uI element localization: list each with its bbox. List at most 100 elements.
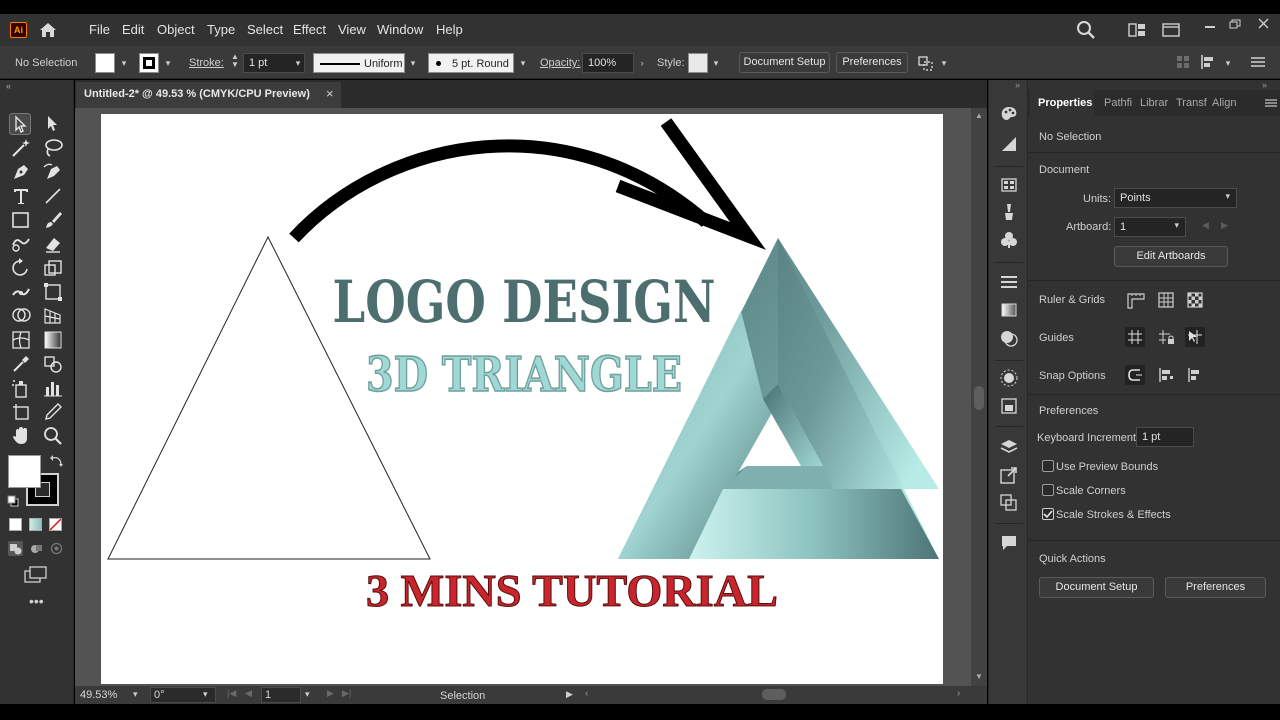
- blend-tool-icon[interactable]: [42, 353, 64, 375]
- lasso-tool-icon[interactable]: [42, 137, 64, 159]
- edit-toolbar-icon[interactable]: •••: [29, 594, 45, 608]
- stroke-label[interactable]: Stroke:: [189, 57, 224, 69]
- arrange-dropdown-icon[interactable]: ▾: [938, 57, 950, 69]
- restore-icon[interactable]: [1229, 19, 1241, 29]
- edit-artboards-button[interactable]: Edit Artboards: [1114, 246, 1228, 267]
- line-tool-icon[interactable]: [42, 185, 64, 207]
- brushes-icon[interactable]: [999, 202, 1019, 222]
- stroke-stepper-icon[interactable]: ▲ ▼: [230, 53, 240, 71]
- align-icon[interactable]: [1200, 54, 1218, 70]
- rotation-field[interactable]: 0° ▾: [150, 687, 216, 703]
- menu-help[interactable]: Help: [436, 22, 463, 37]
- expand-panels-icon[interactable]: »: [1015, 80, 1027, 90]
- artboard-dropdown-icon[interactable]: ▾: [305, 689, 310, 700]
- next-artboard-icon[interactable]: ▶: [327, 688, 337, 700]
- menu-edit[interactable]: Edit: [122, 22, 144, 37]
- document-tab[interactable]: Untitled-2* @ 49.53 % (CMYK/CPU Preview)…: [76, 82, 341, 108]
- scroll-right-arrow[interactable]: ›: [957, 688, 960, 699]
- menu-view[interactable]: View: [338, 22, 366, 37]
- tab-pathfinder[interactable]: Pathfi: [1104, 97, 1132, 109]
- profile-dropdown-icon[interactable]: ▾: [407, 57, 419, 69]
- opacity-field[interactable]: 100%: [582, 53, 634, 73]
- grid-align-icon[interactable]: [1176, 55, 1190, 69]
- snap-to-point-icon[interactable]: [1125, 365, 1145, 385]
- transparency-panel-icon[interactable]: [999, 328, 1019, 348]
- opacity-label[interactable]: Opacity:: [540, 57, 580, 69]
- type-tool-icon[interactable]: [10, 185, 32, 207]
- brush-dropdown-icon[interactable]: ▾: [517, 57, 529, 69]
- horizontal-scroll-thumb[interactable]: [762, 689, 786, 700]
- units-dropdown-icon[interactable]: ▾: [1225, 191, 1230, 202]
- artboard-number-field[interactable]: 1: [261, 687, 301, 703]
- shape-builder-tool-icon[interactable]: [10, 305, 32, 327]
- artboards-panel-icon[interactable]: [999, 493, 1019, 513]
- arrange-icon[interactable]: [917, 54, 935, 72]
- artboard-dropdown-icon[interactable]: ▾: [1174, 220, 1179, 231]
- units-select[interactable]: Points ▾: [1114, 188, 1237, 208]
- menu-object[interactable]: Object: [157, 22, 195, 37]
- color-panel-icon[interactable]: [999, 104, 1019, 124]
- artboard-next-icon[interactable]: ▶: [1221, 220, 1228, 231]
- menu-effect[interactable]: Effect: [293, 22, 326, 37]
- symbols-icon[interactable]: [999, 230, 1019, 250]
- ruler-icon[interactable]: [1126, 290, 1146, 310]
- color-guide-icon[interactable]: [999, 134, 1019, 154]
- hand-tool-icon[interactable]: [10, 425, 32, 447]
- brush-definition[interactable]: 5 pt. Round: [428, 53, 514, 73]
- rectangle-tool-icon[interactable]: [10, 209, 32, 231]
- stroke-dropdown-icon[interactable]: ▾: [162, 57, 174, 69]
- align-dropdown-icon[interactable]: ▾: [1222, 57, 1234, 69]
- variable-width-profile[interactable]: Uniform: [313, 53, 405, 73]
- draw-normal-icon[interactable]: [8, 541, 23, 556]
- close-tab-icon[interactable]: ×: [326, 86, 334, 101]
- document-setup-button[interactable]: Document Setup: [739, 52, 830, 73]
- swap-fill-stroke-icon[interactable]: [50, 454, 64, 468]
- perspective-grid-tool-icon[interactable]: [42, 305, 64, 327]
- scroll-down-arrow[interactable]: ▼: [974, 672, 984, 682]
- close-window-icon[interactable]: [1258, 18, 1269, 29]
- vertical-scrollbar[interactable]: ▲ ▼: [971, 108, 987, 686]
- eraser-tool-icon[interactable]: [42, 233, 64, 255]
- zoom-tool-icon[interactable]: [42, 425, 64, 447]
- 3d-triangle-subtitle[interactable]: 3D TRIANGLE: [365, 346, 683, 404]
- rotation-dropdown-icon[interactable]: ▾: [203, 689, 208, 700]
- zoom-dropdown-icon[interactable]: ▾: [133, 689, 138, 700]
- search-icon[interactable]: [1076, 20, 1096, 40]
- quick-action-document-setup-button[interactable]: Document Setup: [1039, 577, 1154, 598]
- direct-selection-tool-icon[interactable]: [42, 113, 64, 135]
- menu-window[interactable]: Window: [377, 22, 423, 37]
- last-artboard-icon[interactable]: ▶|: [342, 688, 354, 700]
- fill-color-box[interactable]: [8, 455, 41, 488]
- color-mode-icon[interactable]: [9, 518, 22, 531]
- snap-to-pixel-icon[interactable]: [1156, 365, 1176, 385]
- graphic-styles-icon[interactable]: [999, 396, 1019, 416]
- zoom-level[interactable]: 49.53%: [80, 689, 117, 701]
- home-icon[interactable]: [38, 20, 58, 40]
- free-transform-tool-icon[interactable]: [42, 281, 64, 303]
- asset-export-icon[interactable]: [999, 465, 1019, 485]
- magic-wand-tool-icon[interactable]: [10, 137, 32, 159]
- rotate-tool-icon[interactable]: [10, 257, 32, 279]
- artboard-prev-icon[interactable]: ◀: [1202, 220, 1209, 231]
- style-dropdown-icon[interactable]: ▾: [710, 57, 722, 69]
- mesh-tool-icon[interactable]: [10, 329, 32, 351]
- tab-align[interactable]: Align: [1212, 97, 1236, 109]
- artboard-tool-icon[interactable]: [10, 401, 32, 423]
- draw-inside-icon[interactable]: [49, 541, 64, 556]
- curvature-tool-icon[interactable]: [42, 161, 64, 183]
- quick-action-preferences-button[interactable]: Preferences: [1165, 577, 1266, 598]
- column-graph-tool-icon[interactable]: [42, 377, 64, 399]
- lock-guides-icon[interactable]: [1156, 327, 1176, 347]
- scroll-thumb[interactable]: [974, 386, 984, 410]
- use-preview-bounds-checkbox[interactable]: [1042, 460, 1054, 472]
- transparency-grid-icon[interactable]: [1185, 290, 1205, 310]
- artboard[interactable]: LOGO DESIGN 3D TRIANGLE 3 MINS TUTORIAL: [101, 114, 943, 684]
- scale-tool-icon[interactable]: [42, 257, 64, 279]
- grid-icon[interactable]: [1156, 290, 1176, 310]
- pen-tool-icon[interactable]: [10, 161, 32, 183]
- menu-type[interactable]: Type: [207, 22, 235, 37]
- panel-menu-icon[interactable]: [1251, 56, 1265, 68]
- stroke-panel-icon[interactable]: [999, 272, 1019, 292]
- layers-panel-icon[interactable]: [999, 437, 1019, 457]
- tab-properties[interactable]: Properties: [1038, 97, 1092, 109]
